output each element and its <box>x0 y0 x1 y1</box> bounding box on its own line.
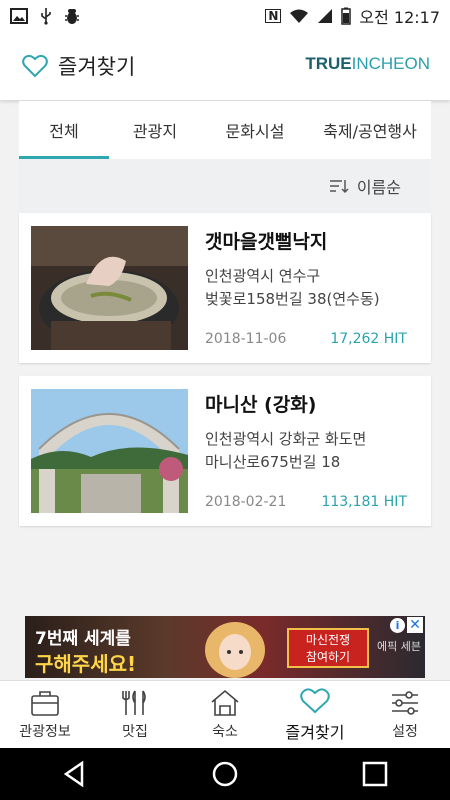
item-name: 갯마을갯뻘낙지 <box>205 231 328 253</box>
tab-all[interactable]: 전체 <box>19 101 109 159</box>
nav-settings[interactable]: 설정 <box>360 681 450 748</box>
tab-festivals-events[interactable]: 축제/공연행사 <box>309 101 431 159</box>
utensils-icon <box>122 690 146 715</box>
clock: 오전 12:17 <box>359 8 440 27</box>
list-item[interactable]: 마니산 (강화) 인천광역시 강화군 화도면 마니산로675번길 18 2018… <box>19 376 431 526</box>
item-address: 인천광역시 연수구 벚꽃로158번길 38(연수동) <box>205 267 380 308</box>
tab-tourist-spots[interactable]: 관광지 <box>109 101 201 159</box>
sort-bar: 이름순 <box>19 159 431 213</box>
home-icon[interactable] <box>210 759 240 789</box>
ad-brand: 에픽 세븐 <box>377 640 421 653</box>
battery-icon <box>341 7 352 25</box>
usb-icon <box>41 8 51 25</box>
sort-icon[interactable] <box>329 178 349 194</box>
category-tabs: 전체 관광지 문화시설 축제/공연행사 <box>19 101 431 159</box>
ad-character-illustration <box>205 622 265 678</box>
signal-icon <box>318 9 333 23</box>
item-address: 인천광역시 강화군 화도면 마니산로675번길 18 <box>205 430 367 471</box>
list-item[interactable]: 갯마을갯뻘낙지 인천광역시 연수구 벚꽃로158번길 38(연수동) 2018-… <box>19 213 431 363</box>
item-hits: 17,262 HIT <box>330 331 407 347</box>
house-icon <box>211 689 239 716</box>
bug-icon <box>65 9 79 24</box>
image-icon <box>10 8 28 24</box>
ad-cta-button[interactable]: 마신전쟁 참여하기 <box>287 628 369 668</box>
nav-favorites[interactable]: 즐겨찾기 <box>270 681 360 748</box>
back-icon[interactable] <box>60 759 90 789</box>
heart-icon <box>300 687 330 713</box>
ad-subheadline: 구해주세요! <box>35 652 137 676</box>
heart-icon <box>22 54 48 78</box>
tab-cultural-facilities[interactable]: 문화시설 <box>201 101 309 159</box>
sliders-icon <box>392 690 418 715</box>
item-hits: 113,181 HIT <box>321 494 407 510</box>
ad-headline: 7번째 세계를 <box>35 629 131 649</box>
nfc-icon: N <box>265 9 282 23</box>
ad-close-icon[interactable]: ✕ <box>407 617 423 633</box>
app-header: 즐겨찾기 TRUEINCHEON <box>0 32 450 100</box>
system-navigation-bar <box>0 748 450 800</box>
page-title: 즐겨찾기 <box>58 55 136 79</box>
wifi-icon <box>290 9 309 23</box>
item-date: 2018-11-06 <box>205 331 287 347</box>
item-date: 2018-02-21 <box>205 494 287 510</box>
item-thumbnail <box>31 389 188 513</box>
ad-banner[interactable]: 7번째 세계를 구해주세요! 마신전쟁 참여하기 에픽 세븐 i ✕ <box>25 616 425 678</box>
sort-button[interactable]: 이름순 <box>357 174 401 198</box>
brand-logo: TRUEINCHEON <box>305 54 430 73</box>
briefcase-icon <box>31 690 59 716</box>
bottom-navigation: 관광정보 맛집 숙소 즐겨찾기 설정 <box>0 680 450 748</box>
nav-tourism-info[interactable]: 관광정보 <box>0 681 90 748</box>
item-thumbnail <box>31 226 188 350</box>
ad-info-icon[interactable]: i <box>390 618 405 633</box>
nav-accommodation[interactable]: 숙소 <box>180 681 270 748</box>
item-name: 마니산 (강화) <box>205 394 317 416</box>
status-bar: N 오전 12:17 <box>0 0 450 32</box>
recents-icon[interactable] <box>360 759 390 789</box>
nav-restaurants[interactable]: 맛집 <box>90 681 180 748</box>
